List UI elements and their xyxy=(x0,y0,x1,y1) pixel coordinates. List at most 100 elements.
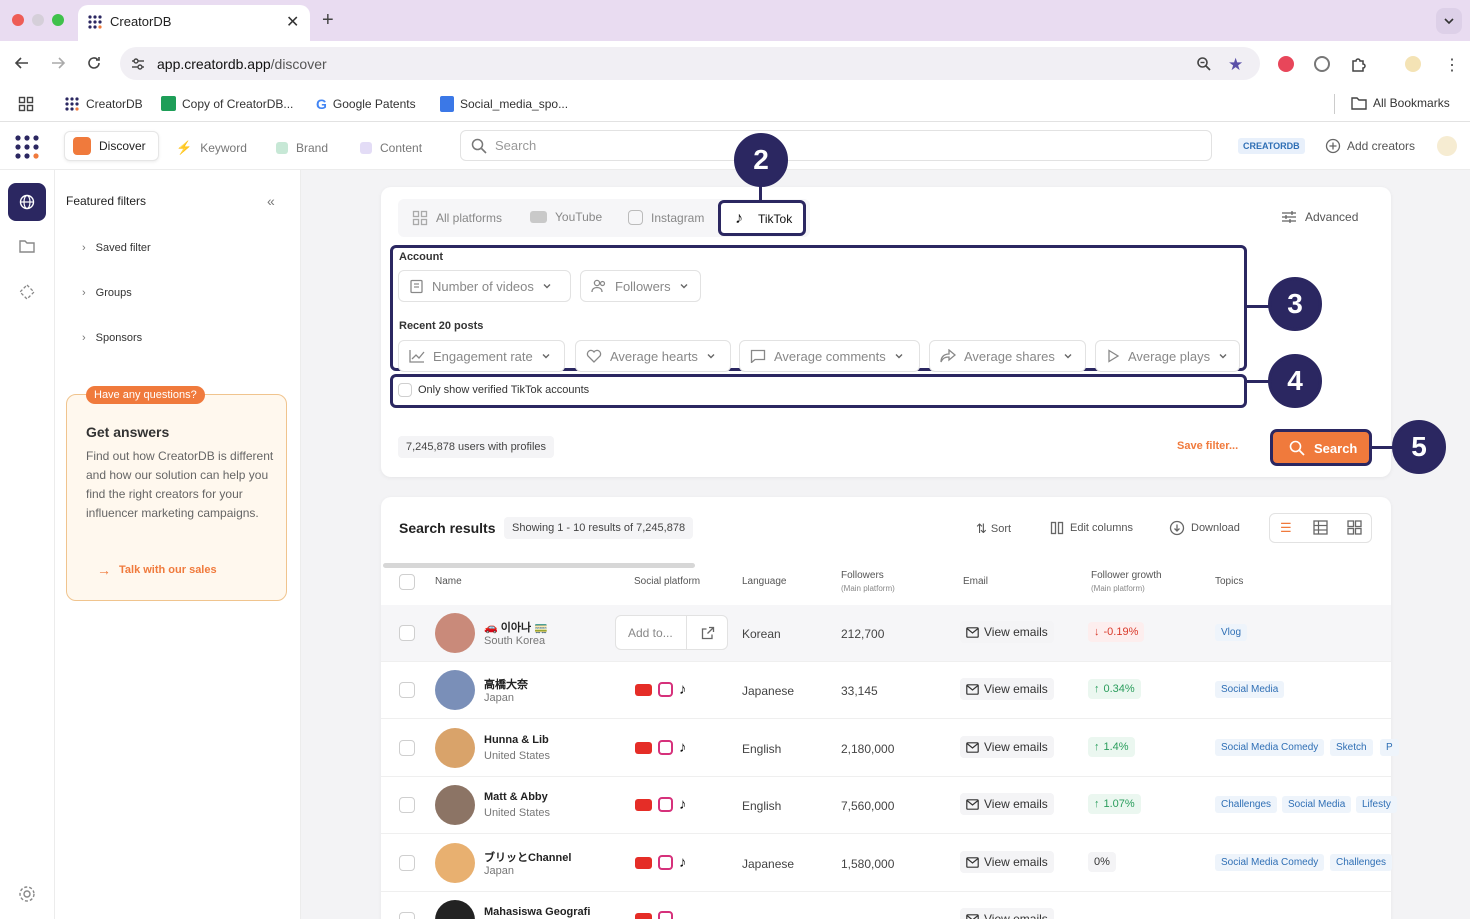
talk-with-sales-link[interactable]: → Talk with our sales xyxy=(97,562,217,578)
url-text[interactable]: app.creatordb.app/discover xyxy=(157,56,327,72)
platform-tab-all[interactable]: All platforms xyxy=(412,210,502,226)
row-checkbox[interactable] xyxy=(399,855,415,871)
rail-discover-button[interactable] xyxy=(8,183,46,221)
site-settings-icon[interactable] xyxy=(130,56,146,72)
youtube-icon[interactable] xyxy=(635,683,652,696)
extensions-puzzle-icon[interactable] xyxy=(1350,55,1368,73)
network-icon[interactable] xyxy=(18,283,36,301)
view-emails-button[interactable]: View emails xyxy=(960,793,1054,815)
sidebar-item-sponsors[interactable]: › Sponsors xyxy=(82,332,142,344)
row-checkbox[interactable] xyxy=(399,625,415,641)
topic-tag[interactable]: Social Media Comedy xyxy=(1215,739,1325,756)
instagram-icon[interactable] xyxy=(658,797,673,812)
creator-avatar[interactable] xyxy=(435,613,475,653)
tiktok-icon[interactable]: ♪ xyxy=(679,854,687,871)
creatordb-logo-icon[interactable] xyxy=(14,134,40,160)
creator-name[interactable]: Matt & Abby xyxy=(484,791,548,803)
extension-red-icon[interactable] xyxy=(1278,56,1294,72)
tab-brand[interactable]: Brand xyxy=(276,136,328,160)
engagement-rate-filter[interactable]: Engagement rate xyxy=(398,340,565,372)
extension-grammarly-icon[interactable] xyxy=(1314,56,1330,72)
save-filter-link[interactable]: Save filter... xyxy=(1177,440,1238,452)
followers-filter[interactable]: Followers xyxy=(580,270,701,302)
add-creators-button[interactable]: Add creators xyxy=(1325,138,1415,154)
bookmark-creatordb[interactable]: CreatorDB xyxy=(64,96,143,112)
creator-name[interactable]: ブリッとChannel xyxy=(484,849,571,865)
topic-tag[interactable]: Lifesty xyxy=(1356,796,1397,813)
instagram-icon[interactable] xyxy=(658,740,673,755)
topic-tag[interactable]: Challenges xyxy=(1330,854,1393,871)
tab-search-button[interactable] xyxy=(1436,8,1462,34)
advanced-button[interactable]: Advanced xyxy=(1281,210,1358,224)
creator-name[interactable]: 🚗 이아나 🚃 xyxy=(484,619,548,635)
edit-columns-button[interactable]: Edit columns xyxy=(1050,521,1133,535)
all-bookmarks[interactable]: All Bookmarks xyxy=(1351,96,1450,110)
topic-tag[interactable]: Social Media xyxy=(1282,796,1352,813)
instagram-icon[interactable] xyxy=(658,911,673,919)
grid-view-icon[interactable] xyxy=(1347,520,1362,535)
creator-avatar[interactable] xyxy=(435,728,475,768)
horizontal-scrollbar[interactable] xyxy=(383,563,695,568)
number-of-videos-filter[interactable]: Number of videos xyxy=(398,270,571,302)
youtube-icon[interactable] xyxy=(635,856,652,869)
platform-tab-tiktok[interactable]: ♪ TikTok xyxy=(718,200,806,236)
maximize-window-button[interactable] xyxy=(52,14,64,26)
sort-button[interactable]: ⇅ Sort xyxy=(976,521,1011,537)
average-hearts-filter[interactable]: Average hearts xyxy=(575,340,731,372)
row-checkbox[interactable] xyxy=(399,740,415,756)
view-emails-button[interactable]: View emails xyxy=(960,678,1054,700)
bookmark-docs[interactable]: Social_media_spo... xyxy=(440,96,568,112)
sidebar-item-saved-filter[interactable]: › Saved filter xyxy=(82,242,151,254)
average-shares-filter[interactable]: Average shares xyxy=(929,340,1086,372)
folder-icon[interactable] xyxy=(19,239,35,253)
platform-tab-instagram[interactable]: Instagram xyxy=(628,210,704,225)
tiktok-icon[interactable]: ♪ xyxy=(679,739,687,756)
collapse-panel-icon[interactable]: « xyxy=(267,193,275,209)
user-avatar[interactable] xyxy=(1437,136,1457,156)
view-emails-button[interactable]: View emails xyxy=(960,621,1054,643)
profile-avatar-icon[interactable] xyxy=(1405,56,1421,72)
row-checkbox[interactable] xyxy=(399,797,415,813)
youtube-icon[interactable] xyxy=(635,741,652,754)
average-comments-filter[interactable]: Average comments xyxy=(739,340,920,372)
new-tab-icon[interactable]: + xyxy=(322,9,334,32)
view-emails-button[interactable]: View emails xyxy=(960,736,1054,758)
bookmark-star-icon[interactable]: ★ xyxy=(1228,55,1243,75)
column-header-followers[interactable]: Followers (Main platform) xyxy=(841,570,895,593)
view-emails-button[interactable]: View emails xyxy=(960,908,1054,919)
verified-checkbox[interactable] xyxy=(398,383,412,397)
bookmark-google-patents[interactable]: G Google Patents xyxy=(316,96,416,112)
topic-tag[interactable]: P xyxy=(1380,739,1399,756)
topic-tag[interactable]: Challenges xyxy=(1215,796,1278,813)
row-checkbox[interactable] xyxy=(399,912,415,919)
topic-tag[interactable]: Social Media xyxy=(1215,681,1285,698)
settings-gear-icon[interactable] xyxy=(18,885,36,903)
minimize-window-button[interactable] xyxy=(32,14,44,26)
view-emails-button[interactable]: View emails xyxy=(960,851,1054,873)
apps-grid-icon[interactable] xyxy=(18,96,34,112)
platform-tab-youtube[interactable]: YouTube xyxy=(530,210,602,224)
creator-name[interactable]: 高橋大奈 xyxy=(484,676,528,692)
tab-content[interactable]: Content xyxy=(360,136,422,160)
reload-icon[interactable] xyxy=(86,55,102,71)
row-checkbox[interactable] xyxy=(399,682,415,698)
instagram-icon[interactable] xyxy=(658,682,673,697)
sidebar-item-groups[interactable]: › Groups xyxy=(82,287,132,299)
download-button[interactable]: Download xyxy=(1169,520,1240,536)
creator-avatar[interactable] xyxy=(435,843,475,883)
table-view-icon[interactable] xyxy=(1313,520,1328,535)
tab-discover[interactable]: Discover xyxy=(64,131,159,161)
tiktok-icon[interactable]: ♪ xyxy=(679,681,687,698)
zoom-icon[interactable] xyxy=(1196,56,1212,72)
youtube-icon[interactable] xyxy=(635,912,652,919)
topic-tag[interactable]: Sketch xyxy=(1330,739,1373,756)
creator-avatar[interactable] xyxy=(435,670,475,710)
forward-icon[interactable] xyxy=(50,55,66,71)
column-header-growth[interactable]: Follower growth (Main platform) xyxy=(1091,570,1162,593)
list-view-icon[interactable]: ☰ xyxy=(1280,520,1292,536)
creator-name[interactable]: Mahasiswa Geografi xyxy=(484,906,590,918)
close-window-button[interactable] xyxy=(12,14,24,26)
global-search-input[interactable]: Search xyxy=(460,130,1212,161)
search-button[interactable]: Search xyxy=(1270,429,1372,466)
bookmark-sheets[interactable]: Copy of CreatorDB... xyxy=(161,96,293,111)
